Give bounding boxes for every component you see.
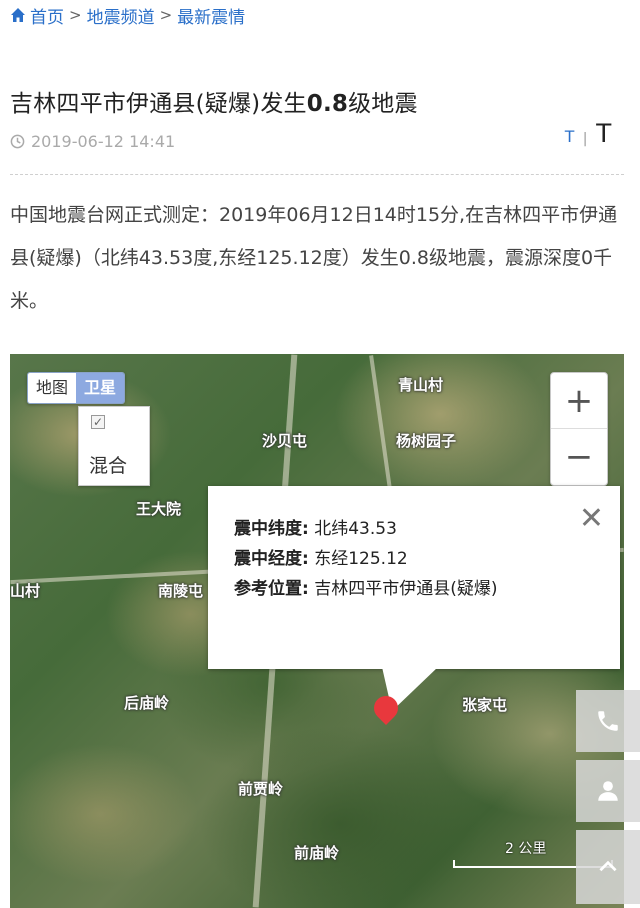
map-type-map-button[interactable]: 地图 [28, 373, 77, 403]
info-location-label: 参考位置: [234, 579, 309, 599]
map-place-label: 山村 [10, 582, 41, 600]
divider [10, 174, 624, 175]
map-place-label: 前贾岭 [238, 780, 284, 798]
zoom-control: + − [550, 372, 608, 486]
map-place-label: 张家屯 [462, 696, 508, 714]
map-scale-label: 2 公里 [505, 841, 547, 857]
back-to-top-button[interactable] [576, 830, 640, 904]
breadcrumb-channel-link[interactable]: 地震频道 [87, 3, 155, 28]
map-place-label: 王大院 [136, 500, 182, 518]
zoom-in-button[interactable]: + [551, 373, 607, 429]
zoom-out-button[interactable]: − [551, 429, 607, 485]
breadcrumb-latest-link[interactable]: 最新震情 [177, 3, 245, 28]
breadcrumb-home-link[interactable]: 首页 [30, 3, 64, 28]
map-place-label: 后庙岭 [124, 694, 170, 712]
font-size-separator: | [582, 131, 588, 147]
info-location: 参考位置: 吉林四平市伊通县(疑爆) [234, 574, 497, 599]
map-place-label: 前庙岭 [294, 844, 340, 862]
home-icon[interactable] [10, 7, 26, 23]
map-place-label: 青山村 [398, 376, 444, 394]
info-longitude-label: 震中经度: [234, 549, 309, 569]
breadcrumb-separator: > [159, 6, 173, 24]
font-size-control: T | T [564, 120, 613, 148]
info-latitude: 震中纬度: 北纬43.53 [234, 514, 397, 539]
font-small-button[interactable]: T [564, 127, 574, 147]
title-suffix: 级地震 [348, 91, 418, 117]
info-longitude: 震中经度: 东经125.12 [234, 544, 408, 569]
hybrid-label[interactable]: 混合 [89, 451, 127, 478]
info-latitude-label: 震中纬度: [234, 519, 309, 539]
phone-button[interactable] [576, 690, 640, 752]
article-meta: 2019-06-12 14:41 [10, 130, 175, 152]
hybrid-panel: ✓ 混合 [78, 406, 150, 486]
user-button[interactable] [576, 760, 640, 822]
earthquake-map[interactable]: 青山村 沙贝屯 杨树园子 王大院 南陵屯 后庙岭 张家屯 前贾岭 前庙岭 山村 … [10, 354, 624, 908]
title-prefix: 吉林四平市伊通县(疑爆)发生 [10, 91, 307, 117]
user-icon [598, 781, 618, 801]
font-large-button[interactable]: T [596, 120, 613, 147]
epicenter-info-window: ✕ 震中纬度: 北纬43.53 震中经度: 东经125.12 参考位置: 吉林四… [208, 486, 620, 669]
map-place-label: 沙贝屯 [262, 432, 308, 450]
article-body: 中国地震台网正式测定：2019年06月12日14时15分,在吉林四平市伊通县(疑… [10, 204, 618, 312]
clock-icon [10, 134, 25, 148]
info-latitude-value: 北纬43.53 [314, 519, 397, 539]
breadcrumb: 首页 > 地震频道 > 最新震情 [10, 2, 245, 28]
info-longitude-value: 东经125.12 [314, 549, 408, 569]
map-type-satellite-button[interactable]: 卫星 [76, 373, 125, 403]
map-place-label: 杨树园子 [396, 432, 457, 450]
phone-icon [598, 711, 618, 731]
map-type-switcher: 地图 卫星 [27, 372, 126, 404]
info-location-value: 吉林四平市伊通县(疑爆) [314, 579, 498, 599]
page-title: 吉林四平市伊通县(疑爆)发生0.8级地震 [10, 84, 418, 118]
close-icon[interactable]: ✕ [579, 504, 604, 534]
hybrid-checkbox[interactable]: ✓ [91, 415, 105, 429]
title-magnitude: 0.8 [306, 91, 349, 117]
map-place-label: 南陵屯 [158, 582, 204, 600]
breadcrumb-separator: > [69, 6, 82, 24]
publish-datetime: 2019-06-12 14:41 [31, 131, 176, 151]
back-to-top-icon [599, 860, 617, 872]
